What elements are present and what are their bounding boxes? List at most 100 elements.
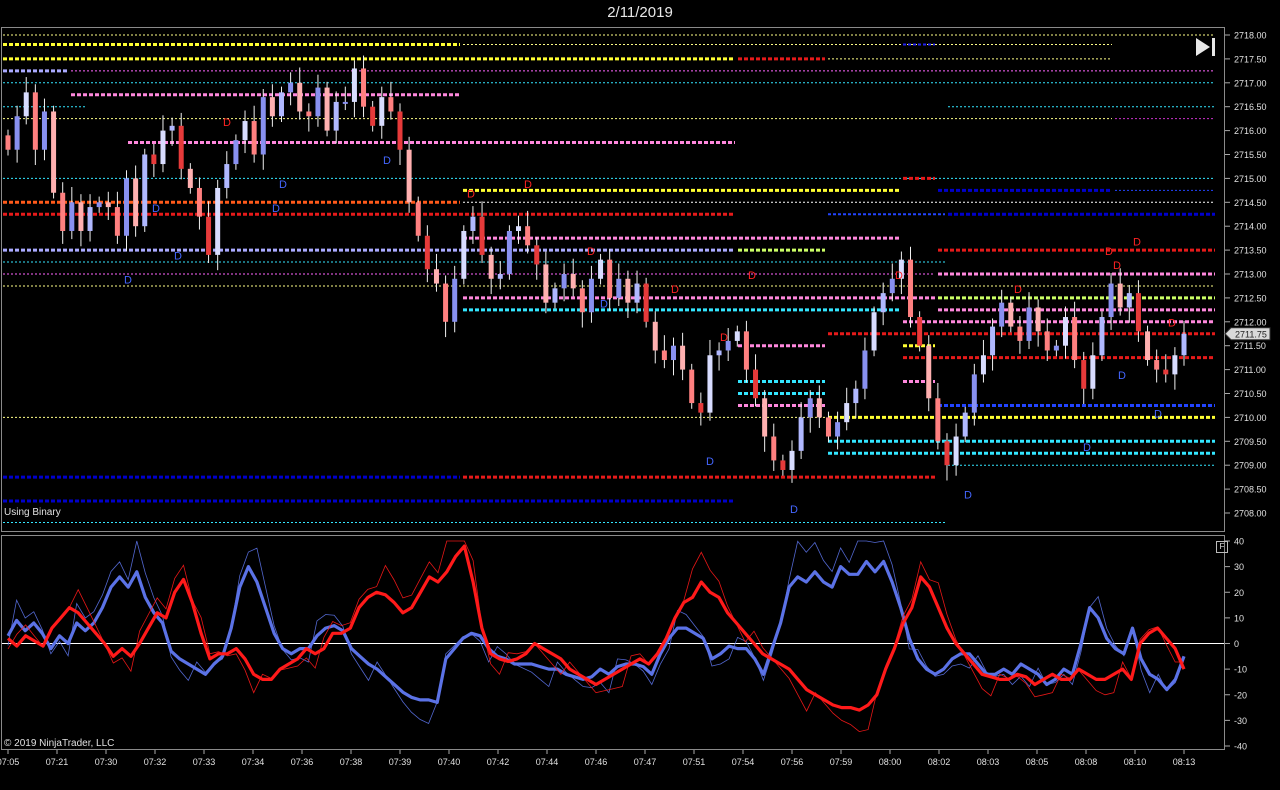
candle-body [825, 417, 831, 437]
time-tick-label: 07:05 [0, 757, 19, 767]
candle-body [242, 121, 248, 141]
candle-body [51, 111, 57, 193]
candle-body [251, 121, 257, 155]
candle-body [133, 178, 139, 227]
time-tick-label: 08:08 [1075, 757, 1098, 767]
divergence-marker: D [671, 284, 679, 296]
candle-body [561, 274, 567, 289]
candle-body [196, 187, 202, 217]
candle-body [680, 345, 686, 370]
candle-body [716, 350, 722, 356]
candle-body [96, 202, 102, 208]
osc-thin-line [7, 540, 1184, 733]
time-tick-label: 07:39 [389, 757, 412, 767]
candle-body [1163, 369, 1169, 375]
price-tick-label: 2711.00 [1234, 365, 1266, 375]
candle-body [433, 269, 439, 284]
candle-body [1145, 331, 1151, 361]
time-tick-label: 07:42 [487, 757, 510, 767]
candle-body [1062, 317, 1068, 346]
skip-to-end-button[interactable] [1192, 35, 1220, 59]
time-tick-label: 07:46 [585, 757, 608, 767]
candle-body [908, 259, 914, 318]
time-tick-label: 07:40 [438, 757, 461, 767]
candle-body [388, 97, 394, 112]
price-tick-label: 2708.00 [1234, 509, 1267, 519]
candle-body [598, 259, 604, 279]
candle-body [980, 355, 986, 375]
time-tick-label: 08:10 [1124, 757, 1147, 767]
candle-body [506, 230, 512, 274]
candle-body [406, 149, 412, 203]
divergence-marker: D [174, 251, 182, 263]
candle-body [917, 317, 923, 346]
candle-body [151, 154, 157, 165]
candle-body [1053, 345, 1059, 351]
divergence-marker: D [152, 203, 160, 215]
candle-body [424, 235, 430, 270]
candle-body [525, 226, 531, 246]
price-tick-label: 2715.00 [1234, 174, 1267, 184]
divergence-marker: D [1133, 236, 1141, 248]
price-tick-label: 2713.50 [1234, 246, 1267, 256]
candle-body [780, 460, 786, 470]
candle-body [871, 312, 877, 351]
candle-body [452, 278, 458, 322]
candle-body [415, 202, 421, 236]
candle-body [342, 101, 348, 104]
status-text: Using Binary [4, 507, 61, 518]
candle-body [625, 278, 631, 303]
candle-body [798, 417, 804, 451]
time-tick-label: 07:34 [242, 757, 265, 767]
panel-f-button[interactable]: F [1216, 541, 1228, 553]
divergence-marker: D [524, 179, 532, 191]
candle-body [233, 140, 239, 165]
candle-body [324, 87, 330, 131]
divergence-marker: D [272, 203, 280, 215]
candle-body [269, 97, 275, 117]
osc-thick-line [6, 544, 1186, 712]
divergence-marker: D [1168, 318, 1176, 330]
candle-body [1181, 333, 1187, 356]
candle-body [105, 202, 111, 208]
candle-body [570, 274, 576, 289]
divergence-marker: D [706, 456, 714, 468]
candle-body [1135, 293, 1141, 332]
time-tick-label: 08:13 [1173, 757, 1196, 767]
price-tick-label: 2716.50 [1234, 102, 1267, 112]
candle-body [160, 130, 166, 165]
candle-body [470, 216, 476, 231]
candle-body [397, 111, 403, 150]
divergence-marker: D [223, 117, 231, 129]
time-tick-label: 07:32 [144, 757, 167, 767]
candle-body [816, 398, 822, 418]
candle-body [351, 68, 357, 102]
candle-body [142, 154, 148, 227]
candle-body [534, 245, 540, 265]
candle-body [853, 388, 859, 404]
candle-body [278, 92, 284, 117]
divergence-marker: D [964, 490, 972, 502]
candle-body [1072, 317, 1078, 361]
osc-tick-label: 10 [1234, 613, 1244, 623]
time-tick-label: 07:30 [95, 757, 118, 767]
candle-body [889, 278, 895, 294]
candle-body [60, 192, 66, 231]
candle-body [1126, 293, 1132, 308]
candle-body [488, 254, 494, 279]
candle-body [178, 125, 184, 169]
candle-body [370, 106, 376, 126]
candle-body [23, 92, 29, 117]
candle-body [1172, 355, 1178, 375]
candle-body [971, 374, 977, 413]
price-tick-label: 2712.00 [1234, 317, 1267, 327]
candle-body [880, 293, 886, 313]
price-tick-label: 2714.00 [1234, 222, 1267, 232]
time-tick-label: 08:00 [879, 757, 902, 767]
candle-body [844, 403, 850, 423]
candle-body [516, 226, 522, 231]
candle-body [297, 82, 303, 112]
time-tick-label: 07:44 [536, 757, 559, 767]
candle-body [789, 450, 795, 470]
candle-body [69, 202, 75, 231]
